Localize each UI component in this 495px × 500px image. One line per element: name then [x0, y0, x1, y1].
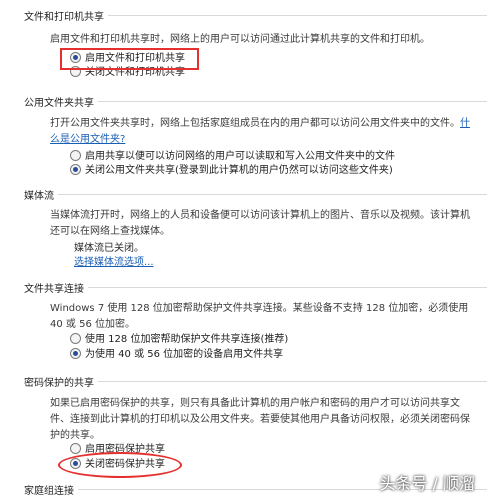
radio-enable-public-folder-sharing[interactable]: 启用共享以便可以访问网络的用户可以读取和写入公用文件夹中的文件 [70, 150, 395, 164]
section-description: Windows 7 使用 128 位加密帮助保护文件共享连接。某些设备不支持 1… [50, 303, 469, 330]
section-title: 家庭组连接 [24, 482, 78, 497]
section-header-file-printer: 文件和打印机共享 [24, 8, 487, 24]
highlight-ellipse [58, 452, 182, 478]
section-description: 启用文件和打印机共享时，网络上的用户可以访问通过此计算机共享的文件和打印机。 [50, 34, 430, 45]
radio-selected-icon [70, 348, 81, 359]
advanced-sharing-settings: 文件和打印机共享 启用文件和打印机共享时，网络上的用户可以访问通过此计算机共享的… [0, 0, 495, 500]
section-header-connection: 文件共享连接 [24, 280, 487, 296]
radio-128-bit-encryption[interactable]: 使用 128 位加密帮助保护文件共享连接(推荐) [70, 333, 288, 347]
watermark: 头条号 / 顺溜 [379, 474, 475, 493]
section-title: 文件共享连接 [24, 280, 88, 295]
section-header-public-folder: 公用文件夹共享 [24, 94, 487, 110]
section-title: 密码保护的共享 [24, 374, 98, 389]
radio-unselected-icon [70, 150, 81, 161]
choose-media-options-link[interactable]: 选择媒体流选项... [74, 255, 154, 270]
radio-40-56-bit-encryption[interactable]: 为使用 40 或 56 位加密的设备启用文件共享 [70, 348, 283, 362]
section-header-media: 媒体流 [24, 187, 487, 203]
section-title: 公用文件夹共享 [24, 94, 98, 109]
radio-disable-public-folder-sharing[interactable]: 关闭公用文件夹共享(登录到此计算机的用户仍然可以访问这些文件夹) [70, 164, 393, 178]
radio-selected-icon [70, 164, 81, 175]
radio-unselected-icon [70, 333, 81, 344]
section-title: 媒体流 [24, 187, 58, 202]
section-description: 当媒体流打开时，网络上的人员和设备便可以访问该计算机上的图片、音乐以及视频。该计… [50, 210, 470, 237]
media-status-text: 媒体流已关闭。 [74, 243, 144, 254]
section-description: 如果已启用密码保护的共享，则只有具备此计算机的用户帐户和密码的用户才可以访问共享… [50, 398, 470, 441]
highlight-box [60, 48, 199, 70]
section-description: 打开公用文件夹共享时，网络上包括家庭组成员在内的用户都可以访问公用文件夹中的文件… [50, 118, 470, 145]
radio-unselected-icon [70, 443, 81, 454]
section-header-password: 密码保护的共享 [24, 374, 487, 390]
section-title: 文件和打印机共享 [24, 8, 108, 23]
